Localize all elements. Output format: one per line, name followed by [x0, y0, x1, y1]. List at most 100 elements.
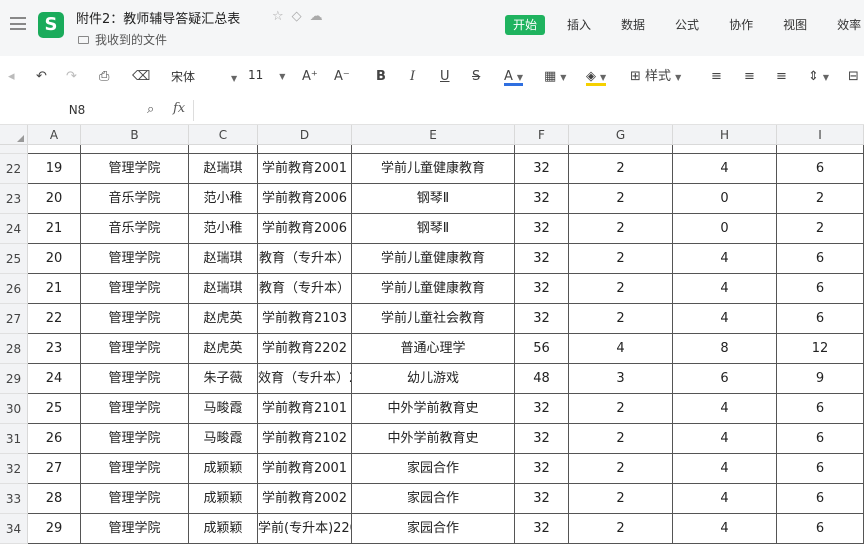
cell-teacher[interactable]: 赵虎英 — [189, 304, 258, 334]
formula-input[interactable] — [193, 100, 864, 121]
cell[interactable] — [258, 145, 352, 154]
cell-col-i[interactable]: 6 — [777, 394, 864, 424]
cell-course[interactable]: 家园合作 — [352, 514, 515, 544]
cell-col-g[interactable]: 2 — [569, 214, 673, 244]
cell-col-h[interactable]: 0 — [673, 184, 777, 214]
cell-col-g[interactable]: 2 — [569, 454, 673, 484]
cell-college[interactable]: 管理学院 — [81, 274, 189, 304]
cell-col-h[interactable]: 4 — [673, 424, 777, 454]
row-header[interactable]: 29 — [0, 364, 28, 394]
cell-class[interactable]: 学前教育2001 — [258, 454, 352, 484]
cell-col-i[interactable]: 6 — [777, 514, 864, 544]
cell-col-i[interactable]: 2 — [777, 214, 864, 244]
cell-college[interactable]: 管理学院 — [81, 484, 189, 514]
align-left-icon[interactable]: ≡ — [711, 68, 722, 86]
cell-col-h[interactable]: 6 — [673, 364, 777, 394]
cell[interactable] — [569, 145, 673, 154]
font-family-select[interactable]: 宋体 ▼ — [171, 68, 237, 85]
cell-col-g[interactable]: 2 — [569, 274, 673, 304]
cell[interactable] — [352, 145, 515, 154]
file-location[interactable]: 我收到的文件 — [78, 31, 167, 48]
col-header-f[interactable]: F — [515, 125, 569, 145]
cell-teacher[interactable]: 范小稚 — [189, 184, 258, 214]
cell-col-i[interactable]: 6 — [777, 484, 864, 514]
cell-col-h[interactable]: 4 — [673, 484, 777, 514]
cell-seq[interactable]: 21 — [28, 274, 81, 304]
cell-class[interactable]: 学前教育2103 — [258, 304, 352, 334]
select-all-corner[interactable] — [0, 125, 28, 145]
cell[interactable] — [777, 145, 864, 154]
row-header[interactable]: 34 — [0, 514, 28, 544]
cell-course[interactable]: 学前儿童健康教育 — [352, 154, 515, 184]
menu-icon[interactable] — [10, 17, 26, 30]
cell-college[interactable]: 管理学院 — [81, 454, 189, 484]
row-header[interactable]: 30 — [0, 394, 28, 424]
decrease-font-icon[interactable]: A⁻ — [334, 68, 350, 86]
cell-seq[interactable]: 22 — [28, 304, 81, 334]
cell[interactable] — [28, 145, 81, 154]
clear-format-icon[interactable]: ⌫ — [132, 68, 150, 86]
cell-seq[interactable]: 29 — [28, 514, 81, 544]
cell-seq[interactable]: 25 — [28, 394, 81, 424]
cell-col-i[interactable]: 6 — [777, 304, 864, 334]
cell-course[interactable]: 学前儿童健康教育 — [352, 244, 515, 274]
row-header[interactable]: 27 — [0, 304, 28, 334]
redo-icon[interactable]: ↷ — [66, 68, 77, 86]
cell-course[interactable]: 学前儿童社会教育 — [352, 304, 515, 334]
cell-col-h[interactable]: 4 — [673, 274, 777, 304]
font-size-select[interactable]: 11 ▼ — [248, 68, 285, 82]
cell-seq[interactable]: 20 — [28, 184, 81, 214]
col-header-a[interactable]: A — [28, 125, 81, 145]
cell-seq[interactable]: 26 — [28, 424, 81, 454]
cell-college[interactable]: 管理学院 — [81, 424, 189, 454]
cell-college[interactable]: 管理学院 — [81, 334, 189, 364]
cell-col-h[interactable]: 0 — [673, 214, 777, 244]
cell-col-i[interactable]: 6 — [777, 454, 864, 484]
cell-col-i[interactable]: 2 — [777, 184, 864, 214]
row-header[interactable]: 32 — [0, 454, 28, 484]
row-header[interactable]: 28 — [0, 334, 28, 364]
underline-icon[interactable]: U — [440, 68, 450, 86]
cell-course[interactable]: 普通心理学 — [352, 334, 515, 364]
cell-hours[interactable]: 32 — [515, 244, 569, 274]
cell-course[interactable]: 学前儿童健康教育 — [352, 274, 515, 304]
vertical-align-icon[interactable]: ⇕ ▼ — [808, 68, 829, 86]
merge-cells-icon[interactable]: ⊟ — [848, 68, 859, 86]
cell-course[interactable]: 幼儿游戏 — [352, 364, 515, 394]
cell-course[interactable]: 中外学前教育史 — [352, 424, 515, 454]
star-icon[interactable]: ☆ — [272, 9, 292, 24]
cell-course[interactable]: 中外学前教育史 — [352, 394, 515, 424]
cell-hours[interactable]: 32 — [515, 484, 569, 514]
cell-teacher[interactable]: 马畯霞 — [189, 424, 258, 454]
cell-hours[interactable]: 32 — [515, 184, 569, 214]
cell-class[interactable]: 效育（专升本）2 — [258, 364, 352, 394]
cell-teacher[interactable]: 成颖颖 — [189, 484, 258, 514]
cell-col-h[interactable]: 4 — [673, 454, 777, 484]
cell-teacher[interactable]: 赵瑞琪 — [189, 154, 258, 184]
row-header[interactable]: 22 — [0, 154, 28, 184]
menu-data[interactable]: 数据 — [613, 15, 653, 35]
cell-hours[interactable]: 32 — [515, 304, 569, 334]
cell-course[interactable]: 家园合作 — [352, 454, 515, 484]
zoom-search-icon[interactable]: ⌕ — [147, 102, 154, 117]
cell-col-h[interactable]: 8 — [673, 334, 777, 364]
cell-college[interactable]: 管理学院 — [81, 364, 189, 394]
cell-teacher[interactable]: 赵瑞琪 — [189, 274, 258, 304]
name-box[interactable]: N8 — [16, 100, 138, 121]
cell-seq[interactable]: 27 — [28, 454, 81, 484]
cell-col-g[interactable]: 2 — [569, 154, 673, 184]
cell-class[interactable]: 学前教育2101 — [258, 394, 352, 424]
align-right-icon[interactable]: ≡ — [776, 68, 787, 86]
cell-class[interactable]: 学前教育2001 — [258, 154, 352, 184]
font-color-icon[interactable]: A ▼ — [504, 68, 524, 86]
cell-col-i[interactable]: 6 — [777, 154, 864, 184]
menu-collaborate[interactable]: 协作 — [721, 15, 761, 35]
row-header[interactable]: 24 — [0, 214, 28, 244]
cell-hours[interactable]: 32 — [515, 514, 569, 544]
row-header[interactable]: 23 — [0, 184, 28, 214]
cell-course[interactable]: 家园合作 — [352, 484, 515, 514]
title-actions[interactable]: ☆◇☁ — [272, 9, 331, 24]
cell-college[interactable]: 管理学院 — [81, 154, 189, 184]
increase-font-icon[interactable]: A⁺ — [302, 68, 318, 86]
cell-class[interactable]: 学前(专升本)220 — [258, 514, 352, 544]
